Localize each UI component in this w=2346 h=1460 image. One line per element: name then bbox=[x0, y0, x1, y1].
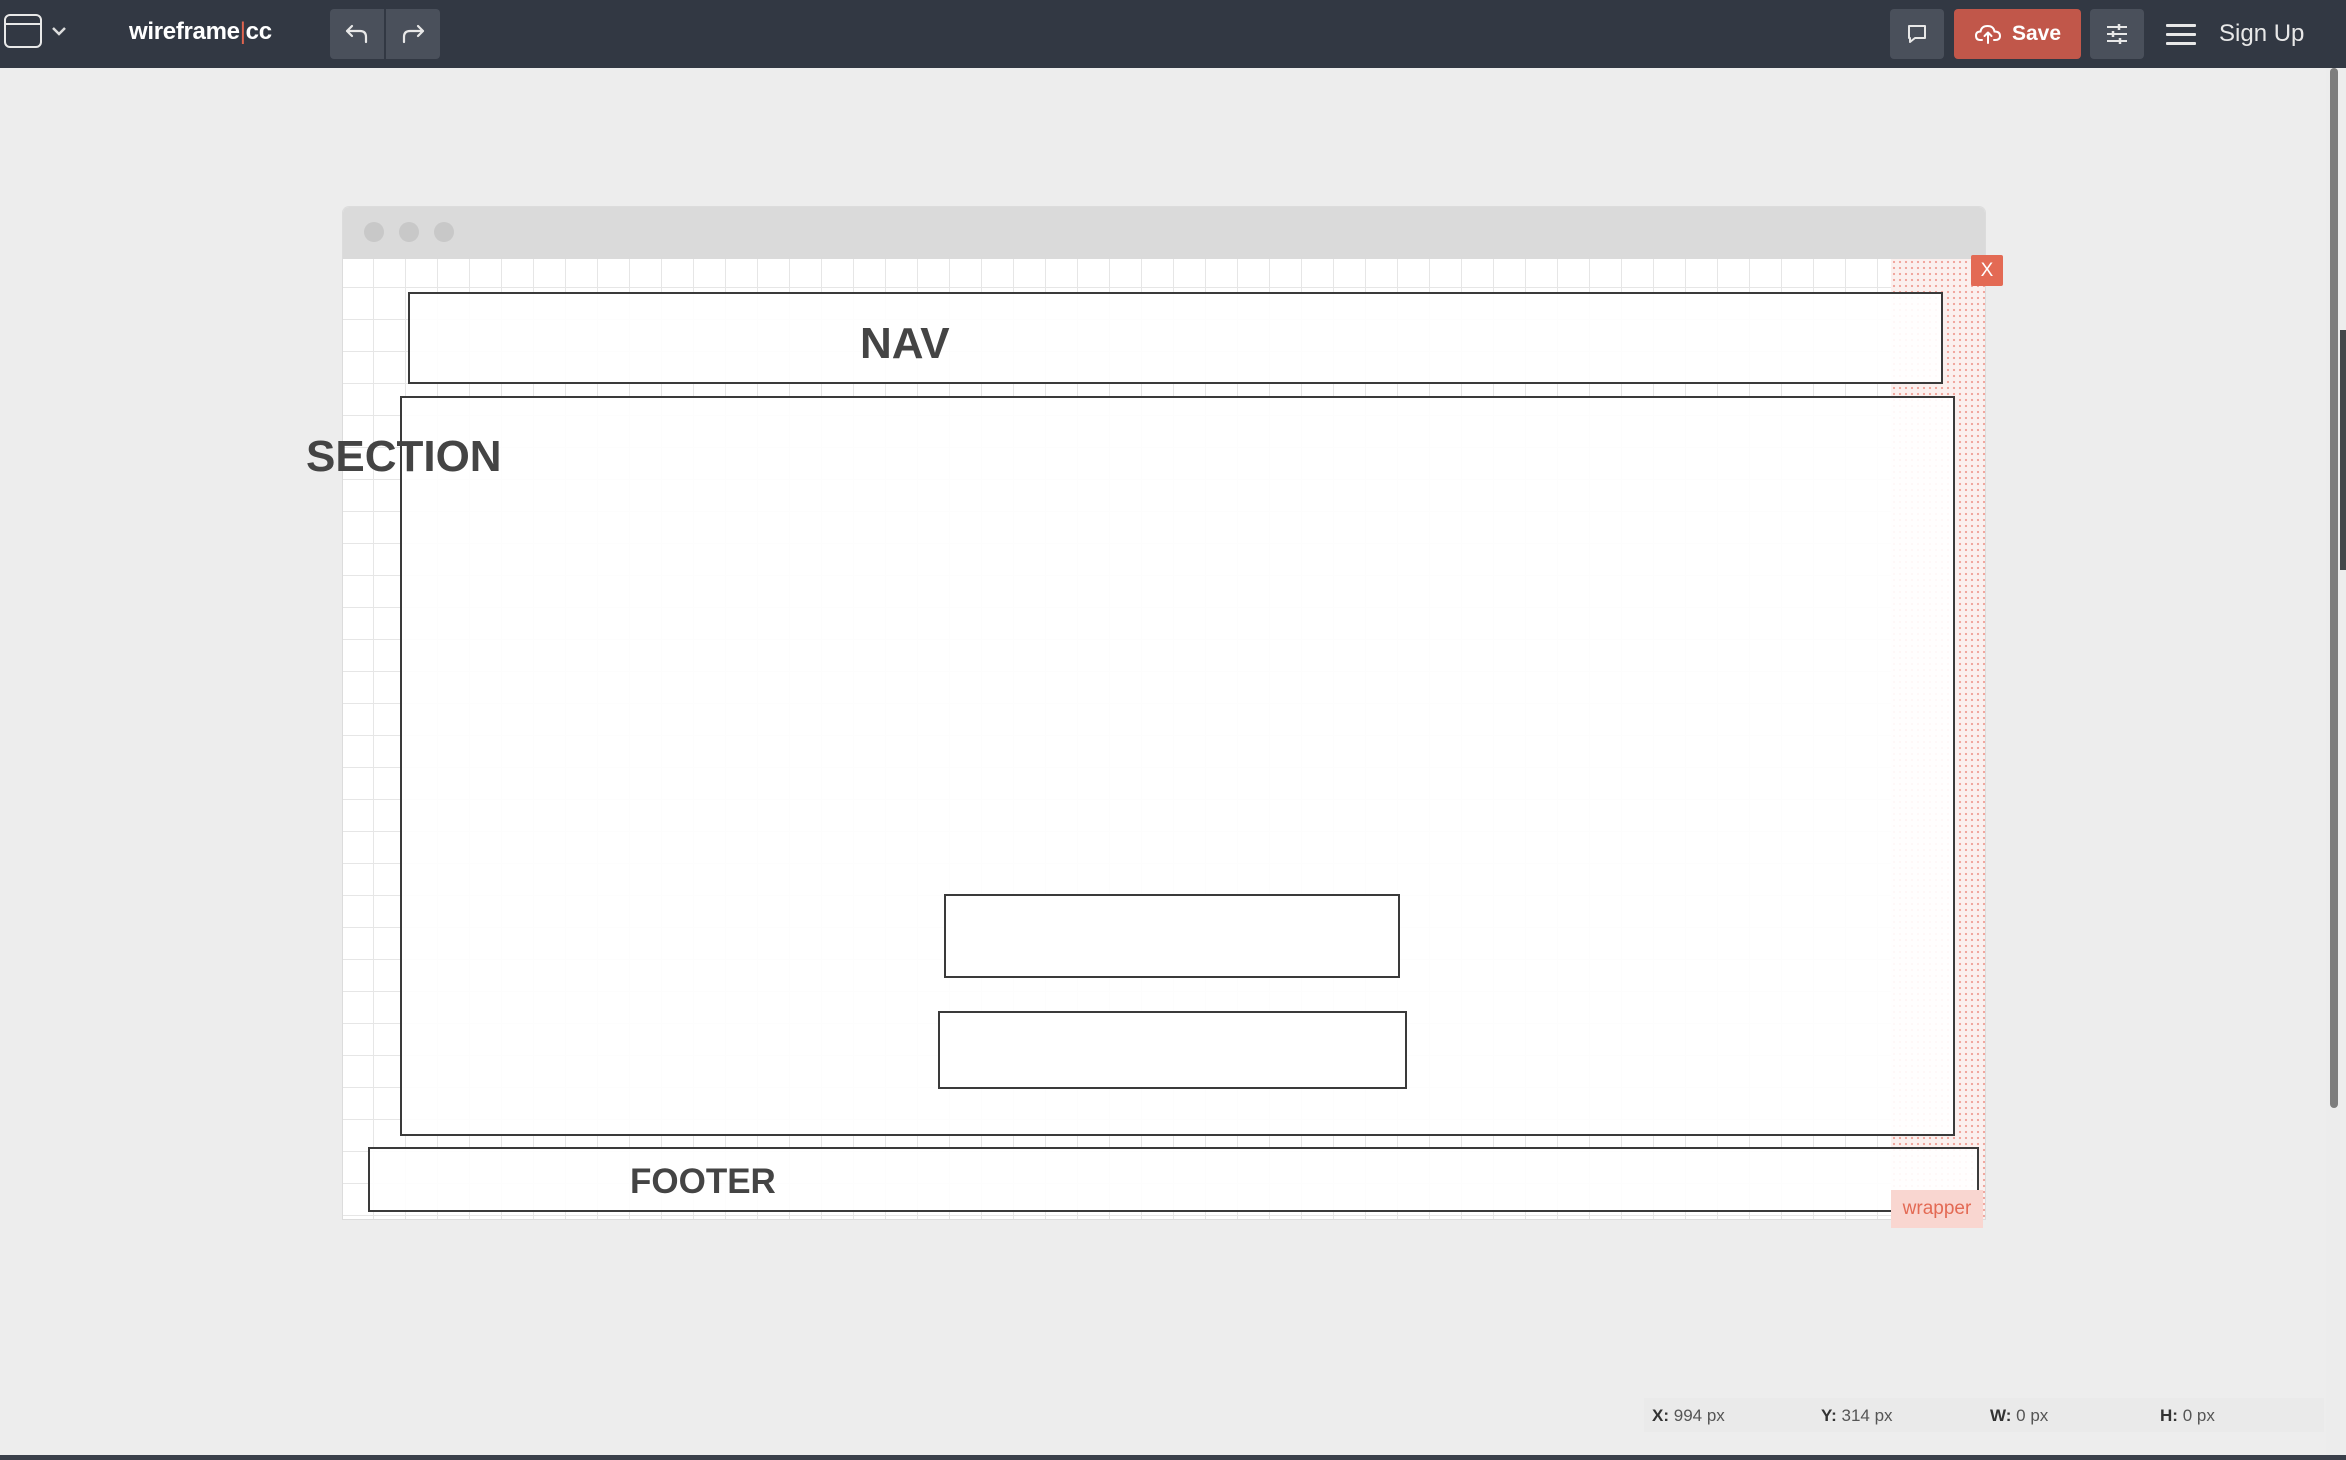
window-dot-icon bbox=[434, 222, 454, 242]
document-icon[interactable] bbox=[4, 14, 42, 48]
nav-box[interactable] bbox=[408, 292, 1943, 384]
comment-button[interactable] bbox=[1890, 9, 1944, 59]
logo-text-left: wireframe bbox=[129, 18, 240, 45]
logo-text-right: cc bbox=[245, 18, 272, 45]
nav-label: NAV bbox=[860, 319, 950, 368]
bottom-edge bbox=[0, 1455, 2346, 1460]
status-w: W: 0 px bbox=[1990, 1406, 2049, 1425]
wireframe-canvas[interactable]: NAV FOOTER bbox=[343, 207, 1985, 1219]
scrollbar-thumb[interactable] bbox=[2330, 68, 2338, 1108]
cloud-upload-icon bbox=[1974, 24, 2001, 44]
browser-titlebar bbox=[343, 207, 1985, 259]
window-dot-icon bbox=[399, 222, 419, 242]
save-button[interactable]: Save bbox=[1954, 9, 2081, 59]
sliders-icon bbox=[2107, 24, 2127, 44]
app-logo[interactable]: wireframe|cc bbox=[129, 18, 272, 46]
window-dot-icon bbox=[364, 222, 384, 242]
undo-icon bbox=[345, 24, 368, 44]
chevron-down-icon[interactable] bbox=[50, 20, 68, 43]
menu-icon[interactable] bbox=[2166, 20, 2196, 48]
status-h: H: 0 px bbox=[2160, 1406, 2215, 1425]
redo-button[interactable] bbox=[386, 9, 440, 59]
content-box-1[interactable] bbox=[944, 894, 1400, 978]
redo-icon bbox=[402, 24, 425, 44]
window-edge bbox=[2340, 330, 2346, 570]
save-label: Save bbox=[2011, 22, 2062, 45]
top-toolbar: wireframe|cc Save Sign Up bbox=[0, 0, 2346, 68]
close-selection-button[interactable]: X bbox=[1971, 255, 2003, 286]
section-label: SECTION bbox=[306, 432, 502, 481]
footer-label: FOOTER bbox=[630, 1162, 776, 1201]
status-x: X: 994 px bbox=[1652, 1406, 1725, 1425]
wrapper-tag: wrapper bbox=[1891, 1190, 1983, 1228]
comment-icon bbox=[1908, 25, 1926, 43]
sign-up-link[interactable]: Sign Up bbox=[2219, 20, 2304, 48]
status-y: Y: 314 px bbox=[1821, 1406, 1893, 1425]
settings-button[interactable] bbox=[2090, 9, 2144, 59]
undo-button[interactable] bbox=[330, 9, 384, 59]
status-bar: X: 994 px Y: 314 px W: 0 px H: 0 px bbox=[1644, 1398, 2324, 1432]
footer-box[interactable] bbox=[368, 1147, 1979, 1212]
content-box-2[interactable] bbox=[938, 1011, 1407, 1089]
